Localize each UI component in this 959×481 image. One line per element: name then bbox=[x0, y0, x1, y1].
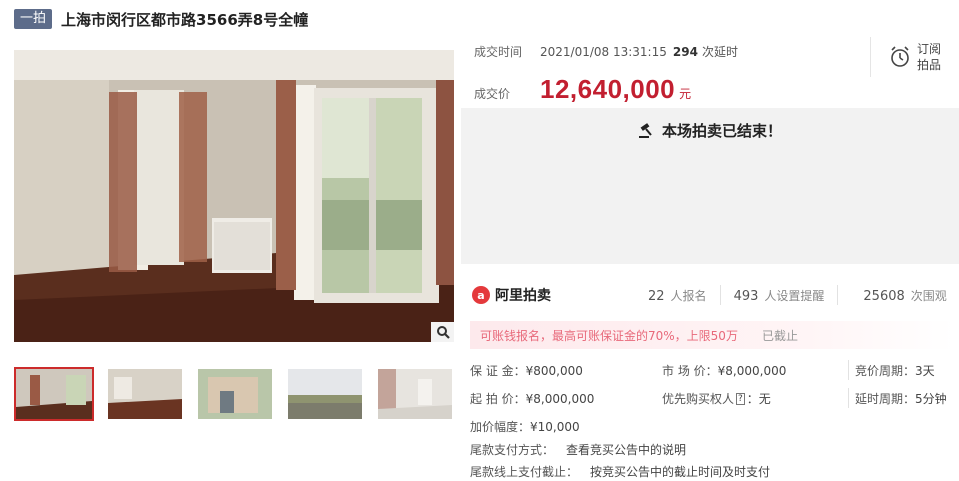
brand[interactable]: a 阿里拍卖 bbox=[472, 285, 632, 305]
deal-price-row: 成交价 12,640,000 元 bbox=[474, 74, 854, 105]
deal-datetime: 2021/01/08 13:31:15 bbox=[540, 44, 667, 59]
loan-notice-banner[interactable]: 可账钱报名，最高可账保证金的70%，上限50万 已截止 bbox=[470, 321, 954, 349]
auction-round-tag: 一拍 bbox=[14, 9, 53, 29]
auction-ended-message: 本场拍卖已结束！ bbox=[461, 120, 959, 141]
auction-terms: 保 证 金：¥800,000 市 场 价：¥8,000,000 竞价周期：3天 … bbox=[470, 356, 959, 440]
delay-count: 294 bbox=[672, 44, 698, 59]
alarm-clock-icon bbox=[891, 46, 909, 67]
deal-price-value: 12,640,000 bbox=[540, 74, 676, 104]
subscribe-label: 订阅 拍品 bbox=[917, 41, 941, 73]
bid-increment: 加价幅度：¥10,000 bbox=[470, 418, 662, 435]
stat-unit: 人设置提醒 bbox=[764, 288, 825, 303]
payment-method-value[interactable]: 查看竞买公告中的说明 bbox=[566, 441, 686, 458]
auction-status-panel: 本场拍卖已结束！ bbox=[461, 108, 959, 264]
market-price-label: 市 场 价： bbox=[662, 363, 718, 378]
delay-unit: 次延时 bbox=[701, 44, 738, 59]
stat-value: 493 bbox=[733, 288, 759, 304]
priority-buyer: 优先购买权人? ：无 bbox=[662, 390, 848, 407]
room-photo bbox=[14, 50, 454, 342]
extension-cycle-value: 5分钟 bbox=[915, 391, 947, 406]
priority-buyer-label: 优先购买权人 bbox=[662, 391, 735, 406]
deal-time-value: 2021/01/08 13:31:15 294 次延时 bbox=[540, 43, 738, 60]
divider bbox=[837, 285, 839, 305]
help-icon[interactable]: ? bbox=[736, 393, 745, 405]
thumbnail-image bbox=[198, 369, 272, 419]
zoom-button[interactable] bbox=[431, 322, 454, 342]
stat-unit: 次围观 bbox=[910, 288, 947, 303]
bidding-cycle: 竞价周期：3天 bbox=[855, 362, 959, 379]
deposit-value: ¥800,000 bbox=[525, 363, 583, 378]
starting-price: 起 拍 价：¥8,000,000 bbox=[470, 390, 662, 407]
stat-views: 25608 次围观 bbox=[863, 287, 946, 304]
bid-increment-label: 加价幅度： bbox=[470, 419, 531, 434]
divider bbox=[848, 388, 849, 408]
thumbnail-1[interactable] bbox=[14, 367, 94, 421]
payment-deadline-value: 按竞买公告中的截止时间及时支付 bbox=[590, 464, 771, 479]
thumbnail-image bbox=[108, 369, 182, 419]
extension-cycle: 延时周期：5分钟 bbox=[855, 390, 959, 407]
brand-name: 阿里拍卖 bbox=[495, 288, 551, 304]
thumbnail-image bbox=[378, 369, 452, 419]
starting-price-label: 起 拍 价： bbox=[470, 391, 526, 406]
payment-info: 尾款支付方式： 查看竞买公告中的说明 尾款线上支付截止： 按竞买公告中的截止时间… bbox=[470, 438, 770, 481]
loan-notice-text: 可账钱报名，最高可账保证金的70%，上限50万 bbox=[480, 328, 738, 343]
deal-time-label: 成交时间 bbox=[474, 44, 523, 59]
deal-time-row: 成交时间 2021/01/08 13:31:15 294 次延时 bbox=[474, 40, 854, 62]
payment-deadline-label: 尾款线上支付截止： bbox=[470, 464, 579, 479]
thumbnail-image bbox=[16, 369, 92, 419]
deal-price-unit: 元 bbox=[679, 87, 692, 101]
terms-row-1: 保 证 金：¥800,000 市 场 价：¥8,000,000 竞价周期：3天 bbox=[470, 356, 959, 384]
payment-deadline-row: 尾款线上支付截止： 按竞买公告中的截止时间及时支付 bbox=[470, 460, 770, 481]
gavel-icon bbox=[638, 122, 652, 138]
terms-row-3: 加价幅度：¥10,000 bbox=[470, 412, 959, 440]
priority-buyer-value: ：无 bbox=[746, 391, 771, 406]
stat-unit: 人报名 bbox=[670, 288, 707, 303]
deposit: 保 证 金：¥800,000 bbox=[470, 362, 662, 379]
magnifier-icon bbox=[436, 326, 450, 339]
subscribe-button[interactable]: 订阅 拍品 bbox=[870, 37, 959, 77]
starting-price-value: ¥8,000,000 bbox=[525, 391, 595, 406]
deposit-label: 保 证 金： bbox=[470, 363, 526, 378]
payment-method-row: 尾款支付方式： 查看竞买公告中的说明 bbox=[470, 438, 770, 460]
bidding-cycle-label: 竞价周期： bbox=[855, 363, 916, 378]
ali-auction-logo-icon: a bbox=[472, 286, 490, 304]
stat-reminders: 493 人设置提醒 bbox=[734, 287, 825, 304]
thumbnail-4[interactable] bbox=[286, 367, 364, 421]
title-row: 一拍 上海市闵行区都市路3566弄8号全幢 bbox=[14, 8, 308, 30]
thumbnail-image bbox=[288, 369, 362, 419]
deal-info: 成交时间 2021/01/08 13:31:15 294 次延时 成交价 12,64… bbox=[474, 40, 854, 105]
bidding-cycle-value: 3天 bbox=[915, 363, 935, 378]
payment-method-label: 尾款支付方式： bbox=[470, 442, 555, 457]
market-price: 市 场 价：¥8,000,000 bbox=[662, 362, 848, 379]
thumbnail-2[interactable] bbox=[106, 367, 184, 421]
stat-value: 22 bbox=[648, 288, 665, 304]
stat-value: 25608 bbox=[863, 288, 905, 304]
thumbnail-5[interactable] bbox=[376, 367, 454, 421]
thumbnail-strip bbox=[14, 367, 466, 421]
main-photo[interactable] bbox=[14, 50, 454, 342]
loan-notice-status: 已截止 bbox=[761, 328, 798, 343]
divider bbox=[848, 360, 849, 380]
market-price-value: ¥8,000,000 bbox=[717, 363, 787, 378]
subscribe-line-2: 拍品 bbox=[917, 58, 942, 72]
extension-cycle-label: 延时周期： bbox=[855, 391, 916, 406]
page-title: 上海市闵行区都市路3566弄8号全幢 bbox=[61, 10, 309, 29]
deal-price-label: 成交价 bbox=[474, 87, 511, 101]
thumbnail-3[interactable] bbox=[196, 367, 274, 421]
stat-registered: 22 人报名 bbox=[648, 287, 707, 304]
stats-row: a 阿里拍卖 22 人报名 493 人设置提醒 25608 次围观 bbox=[461, 280, 959, 310]
terms-row-2: 起 拍 价：¥8,000,000 优先购买权人? ：无 延时周期：5分钟 bbox=[470, 384, 959, 412]
auction-ended-text: 本场拍卖已结束！ bbox=[661, 122, 782, 140]
divider bbox=[719, 285, 721, 305]
subscribe-line-1: 订阅 bbox=[917, 42, 942, 56]
bid-increment-value: ¥10,000 bbox=[530, 419, 580, 434]
